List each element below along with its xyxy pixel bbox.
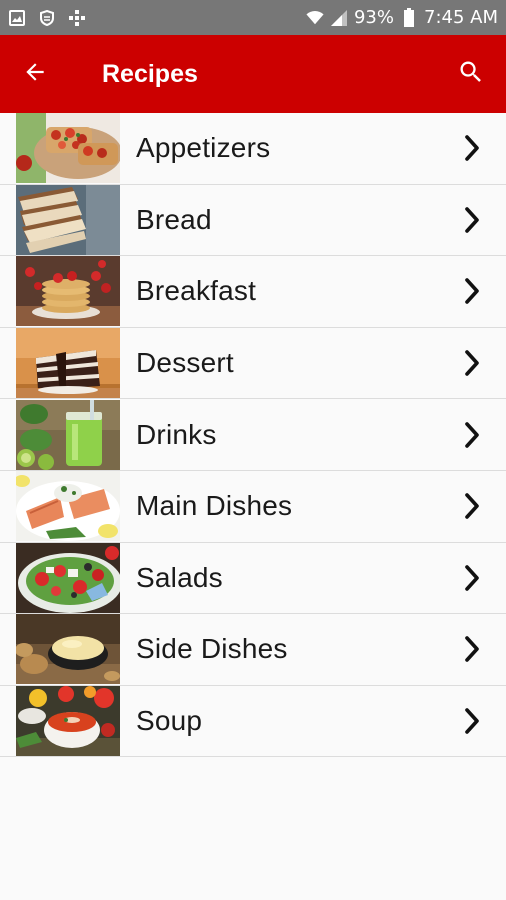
drinks-thumbnail [16,399,120,470]
shield-icon [38,9,56,27]
category-label: Dessert [136,347,234,379]
back-button[interactable] [0,35,70,113]
dessert-thumbnail [16,328,120,399]
bread-thumbnail [16,184,120,255]
battery-percent: 93% [353,7,394,28]
category-row-main-dishes[interactable]: Main Dishes [0,470,506,543]
category-row-bread[interactable]: Bread [0,184,506,257]
breakfast-thumbnail [16,256,120,327]
status-bar: 93% 7:45 AM [0,0,506,35]
category-label: Soup [136,705,203,737]
category-row-soup[interactable]: Soup [0,685,506,758]
chevron-right-icon [452,636,492,663]
status-bar-right: 93% 7:45 AM [306,7,498,28]
search-icon [457,58,485,91]
chevron-right-icon [452,565,492,591]
arrow-left-icon [22,59,48,90]
category-list: Appetizers Bread Breakfast Dessert Drink… [0,113,506,758]
chevron-right-icon [452,708,492,734]
category-row-drinks[interactable]: Drinks [0,399,506,471]
soup-thumbnail [16,686,120,757]
main-dishes-thumbnail [16,471,120,542]
chevron-right-icon [452,350,492,376]
category-label: Main Dishes [136,490,293,522]
wifi-icon [306,9,324,27]
category-row-dessert[interactable]: Dessert [0,327,506,400]
category-label: Side Dishes [136,633,288,665]
battery-icon [400,7,418,27]
signal-icon [330,9,348,27]
category-row-appetizers[interactable]: Appetizers [0,113,506,185]
category-label: Appetizers [136,132,271,164]
page-title: Recipes [102,59,198,88]
chevron-right-icon [452,135,492,162]
category-row-breakfast[interactable]: Breakfast [0,256,506,328]
category-label: Breakfast [136,275,257,307]
app-bar: Recipes [0,35,506,113]
status-time: 7:45 AM [424,7,498,28]
category-row-salads[interactable]: Salads [0,542,506,615]
image-icon [8,9,26,27]
salads-thumbnail [16,542,120,613]
category-label: Bread [136,203,212,235]
grid-icon [68,9,86,27]
chevron-right-icon [452,207,492,233]
chevron-right-icon [452,421,492,448]
appetizers-thumbnail [16,113,120,184]
side-dishes-thumbnail [16,614,120,685]
category-label: Drinks [136,418,217,450]
status-bar-left [8,9,86,27]
category-label: Salads [136,561,223,593]
category-row-side-dishes[interactable]: Side Dishes [0,614,506,686]
search-button[interactable] [436,35,506,113]
chevron-right-icon [452,278,492,305]
chevron-right-icon [452,493,492,520]
